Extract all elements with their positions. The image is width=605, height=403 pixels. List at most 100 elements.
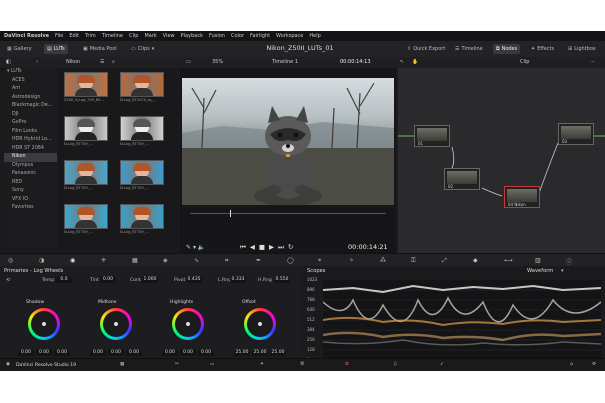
playhead[interactable] xyxy=(230,210,231,217)
hrange-field[interactable]: 0.550 xyxy=(274,277,290,283)
sidebar-item[interactable]: Panasonic xyxy=(4,170,57,179)
sidebar-item[interactable]: Sony xyxy=(4,187,57,196)
page-media-icon[interactable]: ▦ xyxy=(120,362,124,367)
menu-item[interactable]: Mark xyxy=(144,33,156,39)
menu-item[interactable]: Fusion xyxy=(209,33,225,39)
wheel-value-field[interactable]: 0.00 xyxy=(126,350,142,356)
gallery-button[interactable]: ▦ Gallery xyxy=(4,44,35,54)
color-wheel[interactable] xyxy=(28,308,60,340)
zoom-level[interactable]: 35% xyxy=(212,59,223,65)
curves-icon[interactable]: ∿ xyxy=(194,257,199,264)
panel-toggle-icon[interactable]: ◧ xyxy=(6,59,11,65)
list-view-icon[interactable]: ☰ xyxy=(100,59,104,65)
sidebar-item[interactable]: Olympus xyxy=(4,162,57,171)
viewer-image[interactable] xyxy=(182,78,394,205)
menu-item[interactable]: Edit xyxy=(69,33,79,39)
tint-field[interactable]: 0.00 xyxy=(100,277,116,283)
wheel-value-field[interactable]: 0.00 xyxy=(90,350,106,356)
page-fusion-icon[interactable]: ✦ xyxy=(260,362,264,367)
color-wheel[interactable] xyxy=(244,308,276,340)
sidebar-item[interactable]: ACES xyxy=(4,77,57,86)
temp-field[interactable]: 0.0 xyxy=(56,277,72,283)
step-back-icon[interactable]: ◀ xyxy=(250,243,259,251)
wheel-handle[interactable] xyxy=(258,322,262,326)
lightbox-button[interactable]: ⊞ Lightbox xyxy=(565,44,599,54)
wheel-handle[interactable] xyxy=(42,322,46,326)
wheel-value-field[interactable]: 25.00 xyxy=(270,350,286,356)
page-cut-icon[interactable]: ✂ xyxy=(175,362,179,367)
color-warper-icon[interactable]: ⌗ xyxy=(225,257,228,265)
menu-item[interactable]: Workspace xyxy=(276,33,303,39)
wheel-value-field[interactable]: 0.00 xyxy=(180,350,196,356)
hand-tool-icon[interactable]: ✋ xyxy=(412,59,418,65)
sidebar-root[interactable]: ▾ LUTs xyxy=(4,68,57,77)
sidebar-item[interactable]: VFX IO xyxy=(4,196,57,205)
wheel-handle[interactable] xyxy=(114,322,118,326)
pivot-field[interactable]: 0.435 xyxy=(186,277,202,283)
menu-item[interactable]: Timeline xyxy=(102,33,123,39)
wheel-value-field[interactable]: 0.00 xyxy=(108,350,124,356)
blur-icon[interactable]: ⁂ xyxy=(380,257,386,264)
lut-thumbnail[interactable]: N-Log_BT709_... xyxy=(120,204,164,236)
lut-thumbnail[interactable]: N-Log_BT709_... xyxy=(64,204,108,236)
wheel-value-field[interactable]: 0.00 xyxy=(18,350,34,356)
lut-thumbnail[interactable]: N-Log_BT709_... xyxy=(64,116,108,148)
lrange-field[interactable]: 0.333 xyxy=(230,277,246,283)
node-02[interactable]: 02 xyxy=(444,168,480,190)
color-wheel[interactable] xyxy=(100,308,132,340)
wheel-value-field[interactable]: 0.00 xyxy=(198,350,214,356)
reset-icon[interactable]: ⟲ xyxy=(6,278,10,283)
sidebar-item[interactable]: Astrodesign xyxy=(4,94,57,103)
sidebar-item[interactable]: Film Looks xyxy=(4,128,57,137)
wheel-value-field[interactable]: 0.00 xyxy=(162,350,178,356)
hdr-icon[interactable]: ✳ xyxy=(101,257,106,264)
page-color-icon[interactable]: ✿ xyxy=(345,362,349,367)
page-fairlight-icon[interactable]: ♫ xyxy=(393,362,397,367)
page-deliver-icon[interactable]: ➶ xyxy=(440,362,444,367)
menu-item[interactable]: DaVinci Resolve xyxy=(4,33,49,39)
sidebar-item[interactable]: Nikon xyxy=(4,153,57,162)
skip-back-icon[interactable]: ⏮ xyxy=(240,243,250,251)
tracker-icon[interactable]: ⌖ xyxy=(318,257,321,265)
sidebar-item[interactable]: HDR Hybrid Lo... xyxy=(4,136,57,145)
3d-icon[interactable]: ◆ xyxy=(473,257,478,264)
color-wheel[interactable] xyxy=(172,308,204,340)
lut-thumbnail[interactable]: N-Log_BT709_... xyxy=(120,116,164,148)
camera-raw-icon[interactable]: ◎ xyxy=(8,257,13,264)
scopes-toggle-icon[interactable]: ▥ xyxy=(535,257,541,264)
sidebar-item[interactable]: Arri xyxy=(4,85,57,94)
settings-icon[interactable]: ⚙ xyxy=(592,362,596,367)
menu-item[interactable]: Fairlight xyxy=(250,33,270,39)
timeline-button[interactable]: ☰ Timeline xyxy=(452,44,486,54)
timeline-selector[interactable]: Timeline 1 xyxy=(272,59,298,65)
quick-export-button[interactable]: ⇪ Quick Export xyxy=(404,44,448,54)
info-icon[interactable]: ⓘ xyxy=(566,257,572,266)
stop-icon[interactable]: ■ xyxy=(259,243,269,251)
node-mode-selector[interactable]: Clip xyxy=(520,59,529,65)
page-fusion-alt-icon[interactable]: ⌘ xyxy=(300,362,305,367)
contrast-field[interactable]: 1.000 xyxy=(142,277,158,283)
menu-item[interactable]: View xyxy=(163,33,175,39)
sidebar-item[interactable]: GoPro xyxy=(4,119,57,128)
menu-item[interactable]: Color xyxy=(231,33,244,39)
scope-type-selector[interactable]: Waveform xyxy=(527,268,553,274)
sidebar-item[interactable]: HDR ST 2084 xyxy=(4,145,57,154)
pointer-tool-icon[interactable]: ↖ xyxy=(400,59,404,65)
node-03[interactable]: 03 xyxy=(558,123,594,145)
primaries-icon[interactable]: ◉ xyxy=(70,257,75,264)
audio-icon[interactable]: 🔈 xyxy=(198,244,205,251)
wheel-value-field[interactable]: 0.00 xyxy=(54,350,70,356)
viewer-scrubber[interactable] xyxy=(180,208,396,218)
menu-item[interactable]: File xyxy=(55,33,63,39)
sizing-icon[interactable]: ⤢ xyxy=(442,257,447,265)
color-match-icon[interactable]: ◑ xyxy=(39,257,44,264)
loop-icon[interactable]: ↻ xyxy=(288,243,297,251)
menu-item[interactable]: Clip xyxy=(129,33,138,39)
sidebar-item[interactable]: Favorites xyxy=(4,204,57,213)
keyframes-icon[interactable]: ⟷ xyxy=(504,257,513,264)
menu-item[interactable]: Help xyxy=(309,33,320,39)
sidebar-item[interactable]: Blackmagic De... xyxy=(4,102,57,111)
qualifier-icon[interactable]: ✒ xyxy=(256,257,261,264)
viewer-mode-icon[interactable]: ▭ xyxy=(186,59,191,65)
more-options-icon[interactable]: ⋯ xyxy=(590,59,595,65)
